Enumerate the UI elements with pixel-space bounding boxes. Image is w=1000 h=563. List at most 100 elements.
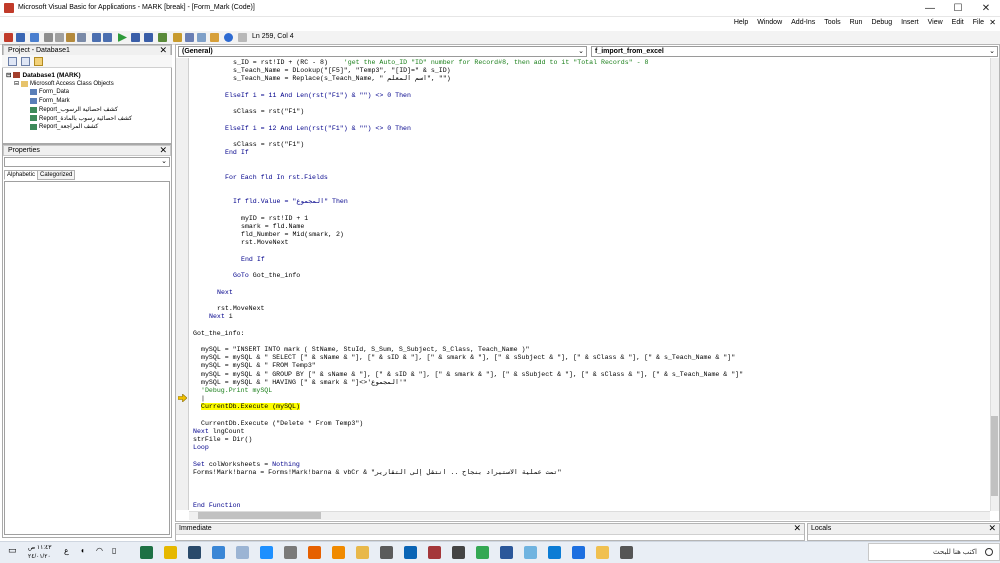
toggle-folders-icon[interactable]: [34, 57, 43, 66]
code-line[interactable]: End If: [241, 256, 265, 264]
find-icon[interactable]: [77, 33, 86, 42]
chevron-down-icon[interactable]: ⌄: [161, 157, 167, 165]
app-onedrive-icon[interactable]: [572, 546, 585, 559]
menu-item[interactable]: Help: [734, 19, 748, 26]
app-norton-icon[interactable]: [164, 546, 177, 559]
properties-window-icon[interactable]: [185, 33, 194, 42]
paste-icon[interactable]: [66, 33, 75, 42]
project-explorer-icon[interactable]: [173, 33, 182, 42]
menu-item[interactable]: Debug: [871, 19, 892, 26]
code-line[interactable]: mySQL = "INSERT INTO mark ( StName, StuI…: [201, 346, 529, 354]
app-taskview-icon[interactable]: [620, 546, 633, 559]
app-outlook-icon[interactable]: [404, 546, 417, 559]
code-line[interactable]: CurrentDb.Execute (mySQL): [201, 403, 300, 411]
break-icon[interactable]: [131, 33, 140, 42]
app-chrome-icon[interactable]: [476, 546, 489, 559]
insert-userform-icon[interactable]: [16, 33, 25, 42]
app-excel-icon[interactable]: [140, 546, 153, 559]
tree-item-form[interactable]: Form_Data: [30, 89, 69, 95]
tree-root[interactable]: ⊟ Database1 (MARK): [6, 71, 81, 80]
volume-icon[interactable]: ◖: [80, 546, 85, 555]
app-ie-icon[interactable]: [260, 546, 273, 559]
code-line[interactable]: Loop: [193, 444, 209, 452]
code-line[interactable]: ElseIf i = 11 And Len(rst("F1") & "") <>…: [225, 92, 411, 100]
app-paint-icon[interactable]: [236, 546, 249, 559]
code-line[interactable]: GoTo Got_the_info: [233, 272, 300, 280]
menu-item[interactable]: Insert: [901, 19, 919, 26]
app-firefox-icon[interactable]: [308, 546, 321, 559]
code-line[interactable]: Set colWorksheets = Nothing: [193, 461, 300, 469]
maximize-button[interactable]: ☐: [944, 0, 972, 17]
code-line[interactable]: ElseIf i = 12 And Len(rst("F1") & "") <>…: [225, 125, 411, 133]
horizontal-scroll-thumb[interactable]: [198, 512, 321, 519]
run-icon[interactable]: [118, 33, 127, 42]
code-line[interactable]: CurrentDb.Execute ("Delete * From Temp3"…: [201, 420, 363, 428]
code-line[interactable]: strFile = Dir(): [193, 436, 252, 444]
margin-indicator-bar[interactable]: [176, 58, 189, 510]
code-line[interactable]: Got_the_info:: [193, 330, 244, 338]
code-line[interactable]: 'Debug.Print mySQL: [201, 387, 272, 395]
tree-item-report[interactable]: Report_كشف احصائية الرسوب: [30, 106, 118, 113]
object-browser-icon[interactable]: [197, 33, 206, 42]
save-icon[interactable]: [30, 33, 39, 42]
code-line[interactable]: mySQL = mySQL & " HAVING [" & smark & "]…: [201, 379, 407, 387]
code-line[interactable]: For Each fld In rst.Fields: [225, 174, 328, 182]
close-immediate-icon[interactable]: ✕: [793, 523, 801, 533]
app-store-icon[interactable]: [452, 546, 465, 559]
app-camera-icon[interactable]: [284, 546, 297, 559]
app-explorer-icon[interactable]: [596, 546, 609, 559]
view-code-icon[interactable]: [8, 57, 17, 66]
toolbox-icon[interactable]: [210, 33, 219, 42]
taskbar-search[interactable]: اكتب هنا للبحث: [868, 543, 1000, 561]
code-line[interactable]: myID = rst!ID + 1: [241, 215, 308, 223]
menu-item[interactable]: Tools: [824, 19, 840, 26]
code-line[interactable]: smark = fld.Name: [241, 223, 304, 231]
tree-item-form[interactable]: Form_Mark: [30, 97, 70, 104]
app-notepad-icon[interactable]: [524, 546, 537, 559]
toolbar-options-icon[interactable]: [238, 33, 247, 42]
code-line[interactable]: If fld.Value = "المجموع" Then: [233, 198, 348, 206]
object-combo[interactable]: (General) ⌄: [178, 46, 587, 57]
minimize-button[interactable]: —: [916, 0, 944, 17]
app-word-icon[interactable]: [500, 546, 513, 559]
close-locals-icon[interactable]: ✕: [988, 523, 996, 533]
code-line[interactable]: sClass = rst("F1"): [233, 141, 304, 149]
code-line[interactable]: mySQL = mySQL & " GROUP BY [" & sName & …: [201, 371, 743, 379]
code-line[interactable]: Forms!Mark!barna = Forms!Mark!barna & vb…: [193, 469, 562, 477]
app-edge-icon[interactable]: [548, 546, 561, 559]
clock-date[interactable]: ٢٤/٠١/٢٠: [28, 553, 51, 560]
properties-grid[interactable]: [4, 181, 170, 535]
undo-icon[interactable]: [92, 33, 101, 42]
view-object-icon[interactable]: [21, 57, 30, 66]
code-line[interactable]: Next i: [209, 313, 233, 321]
menu-item[interactable]: File: [973, 19, 984, 26]
code-line[interactable]: mySQL = mySQL & " FROM Temp3": [201, 362, 316, 370]
network-icon[interactable]: ◠: [96, 546, 103, 555]
reset-icon[interactable]: [144, 33, 153, 42]
code-line[interactable]: rst.MoveNext: [217, 305, 264, 313]
view-access-icon[interactable]: [4, 33, 13, 42]
cut-icon[interactable]: [44, 33, 53, 42]
help-icon[interactable]: [224, 33, 233, 42]
app-vlc-icon[interactable]: [332, 546, 345, 559]
app-media-icon[interactable]: [380, 546, 393, 559]
code-line[interactable]: s_Teach_Name = Replace(s_Teach_Name, " ا…: [233, 75, 451, 83]
tab-categorized[interactable]: Categorized: [37, 170, 76, 180]
code-line[interactable]: End Function: [193, 502, 240, 510]
object-selector[interactable]: ⌄: [4, 157, 170, 167]
app-edge-old-icon[interactable]: [212, 546, 225, 559]
close-properties-icon[interactable]: ✕: [159, 145, 167, 155]
close-project-explorer-icon[interactable]: ✕: [159, 45, 167, 55]
code-line[interactable]: fld_Number = Mid(smark, 2): [241, 231, 344, 239]
code-line[interactable]: End If: [225, 149, 249, 157]
app-access-icon[interactable]: [428, 546, 441, 559]
tree-item-report[interactable]: Report_كشف احصائية رسوب بالمادة: [30, 115, 132, 122]
tab-alphabetic[interactable]: Alphabetic: [4, 170, 39, 180]
code-line[interactable]: |: [201, 395, 205, 403]
code-line[interactable]: Next lngCount: [193, 428, 244, 436]
collapse-icon[interactable]: ⊟: [6, 71, 11, 79]
tree-folder[interactable]: ⊟ Microsoft Access Class Objects: [14, 80, 114, 87]
code-line[interactable]: rst.MoveNext: [241, 239, 288, 247]
clock-time[interactable]: ١١:٤٣ ص: [28, 544, 51, 551]
notification-icon[interactable]: ▭: [8, 545, 17, 556]
